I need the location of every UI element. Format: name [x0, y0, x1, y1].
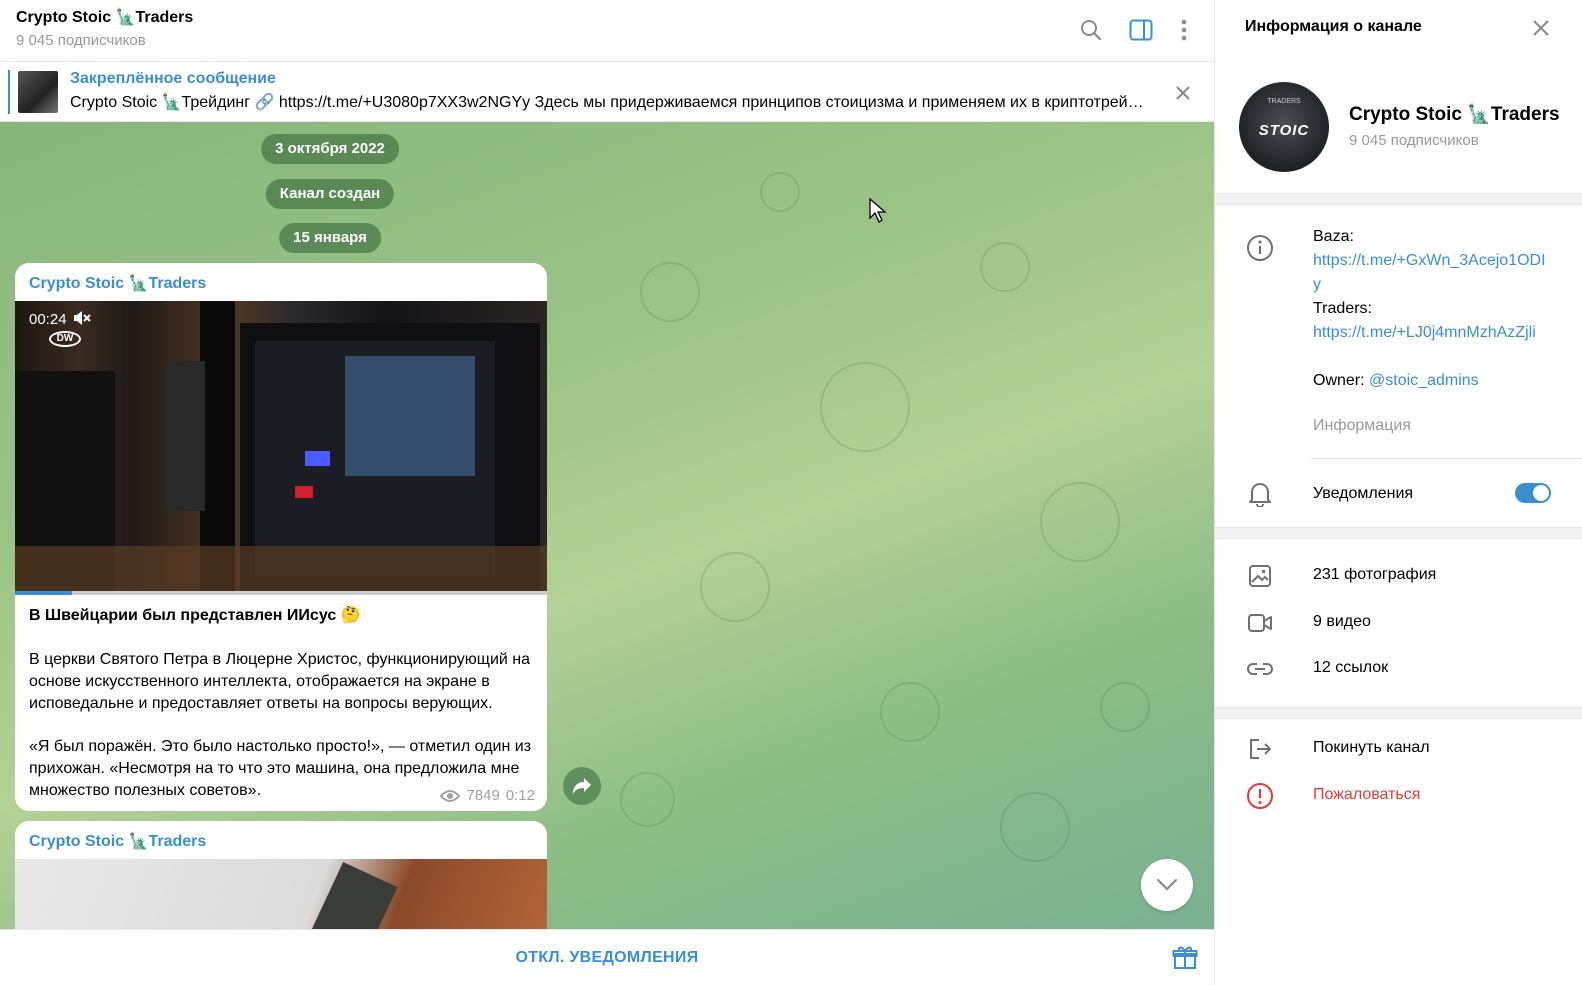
chat-pane: Crypto Stoic 🗽Traders 9 045 подписчиков … [0, 0, 1214, 985]
about-label: Traders: [1313, 300, 1372, 317]
photo-preview[interactable] [15, 859, 547, 929]
background-doodle [1100, 682, 1150, 732]
background-doodle [1000, 792, 1070, 862]
video-progress-bar[interactable] [15, 591, 547, 595]
background-doodle [640, 262, 700, 322]
close-icon[interactable] [1527, 14, 1555, 42]
owner-mention[interactable]: @stoic_admins [1369, 372, 1479, 389]
leave-icon [1245, 734, 1275, 764]
message-bubble[interactable]: Crypto Stoic 🗽Traders [15, 821, 547, 929]
mute-notifications-button[interactable]: ОТКЛ. УВЕДОМЛЕНИЯ [0, 930, 1214, 985]
service-message: Канал создан [265, 179, 395, 209]
message-time: 0:12 [505, 787, 535, 804]
toggle-knob [1533, 485, 1549, 501]
photos-count[interactable]: 231 фотография [1313, 566, 1436, 584]
info-icon [1245, 233, 1275, 263]
photo-icon [1245, 561, 1275, 591]
video-frame [15, 301, 547, 595]
about-label: Owner: [1313, 372, 1365, 389]
background-doodle [620, 772, 675, 827]
channel-name: Crypto Stoic 🗽Traders [1349, 104, 1560, 125]
section-divider [1215, 193, 1582, 205]
messages-area[interactable]: 3 октября 2022 Канал создан 15 января Cr… [0, 122, 1214, 929]
message-author[interactable]: Crypto Stoic 🗽Traders [29, 831, 206, 851]
chat-header[interactable]: Crypto Stoic 🗽Traders 9 045 подписчиков [0, 0, 1214, 62]
section-divider [1215, 707, 1582, 719]
invite-link[interactable]: https://t.me/+GxWn_3Acejo1ODIy [1313, 249, 1553, 297]
date-separator: 3 октября 2022 [261, 134, 399, 164]
search-icon[interactable] [1077, 16, 1105, 44]
panel-title: Информация о канале [1245, 18, 1422, 35]
notifications-label: Уведомления [1313, 485, 1414, 502]
date-separator: 15 января [279, 223, 381, 253]
video-player[interactable]: 00:24 DW [15, 301, 547, 595]
channel-description: Baza: https://t.me/+GxWn_3Acejo1ODIy Tra… [1313, 225, 1553, 393]
chat-footer: ОТКЛ. УВЕДОМЛЕНИЯ [0, 929, 1214, 985]
background-doodle [1040, 482, 1120, 562]
close-icon[interactable] [1170, 80, 1196, 106]
background-doodle [700, 552, 770, 622]
leave-channel-button[interactable]: Покинуть канал [1313, 739, 1430, 757]
forward-icon [573, 778, 591, 794]
forward-button[interactable] [563, 767, 601, 805]
watermark-logo: DW [49, 331, 81, 347]
sidebar-toggle-icon[interactable] [1127, 16, 1155, 44]
video-duration: 00:24 [29, 310, 91, 328]
chat-title[interactable]: Crypto Stoic 🗽Traders [16, 7, 193, 27]
scroll-down-button[interactable] [1141, 859, 1193, 911]
view-count: 7849 [466, 787, 500, 804]
gift-icon[interactable] [1172, 944, 1200, 972]
channel-subscribers: 9 045 подписчиков [1349, 132, 1479, 149]
message-paragraph: В церкви Святого Петра в Люцерне Христос… [29, 651, 531, 712]
eye-icon [440, 789, 461, 802]
chat-subscribers: 9 045 подписчиков [16, 32, 146, 49]
report-icon [1245, 781, 1275, 811]
pinned-label: Закреплённое сообщение [70, 70, 276, 87]
background-doodle [760, 172, 800, 212]
background-doodle [980, 242, 1030, 292]
pinned-message[interactable]: Закреплённое сообщение Crypto Stoic 🗽Тре… [0, 62, 1214, 122]
message-author[interactable]: Crypto Stoic 🗽Traders [29, 273, 206, 293]
videos-count[interactable]: 9 видео [1313, 613, 1371, 631]
report-button[interactable]: Пожаловаться [1313, 786, 1420, 804]
owner-line: Owner: @stoic_admins [1313, 369, 1553, 393]
message-bubble[interactable]: Crypto Stoic 🗽Traders 00:24 DW В Швейцар… [15, 263, 547, 811]
video-icon [1245, 608, 1275, 638]
message-headline: В Швейцарии был представлен ИИсус 🤔 [29, 607, 361, 624]
avatar-wordmark: STOIC [1258, 122, 1310, 139]
pinned-text: Crypto Stoic 🗽Трейдинг 🔗 https://t.me/+U… [70, 94, 1145, 111]
section-divider [1215, 527, 1582, 539]
avatar-caption: TRADERS [1267, 98, 1301, 105]
mouse-cursor [869, 198, 887, 223]
message-meta: 7849 0:12 [440, 787, 535, 804]
divider [1311, 458, 1582, 459]
background-doodle [820, 362, 910, 452]
pinned-thumbnail [18, 71, 58, 113]
channel-avatar[interactable]: TRADERS STOIC [1239, 82, 1329, 172]
about-label: Baza: [1313, 228, 1354, 245]
muted-icon[interactable] [73, 310, 91, 326]
link-icon [1245, 654, 1275, 684]
description-caption: Информация [1313, 417, 1411, 434]
links-count[interactable]: 12 ссылок [1313, 659, 1388, 677]
background-doodle [880, 682, 940, 742]
pinned-accent-bar [8, 70, 10, 114]
notifications-toggle[interactable] [1515, 483, 1551, 503]
channel-info-panel: Информация о канале TRADERS STOIC Crypto… [1214, 0, 1582, 985]
bell-icon [1245, 479, 1275, 509]
chevron-down-icon [1156, 878, 1178, 891]
more-vertical-icon[interactable] [1170, 16, 1198, 44]
photo-object [292, 861, 398, 929]
invite-link[interactable]: https://t.me/+LJ0j4mnMzhAzZjli [1313, 321, 1553, 345]
video-progress-fill [15, 591, 72, 595]
